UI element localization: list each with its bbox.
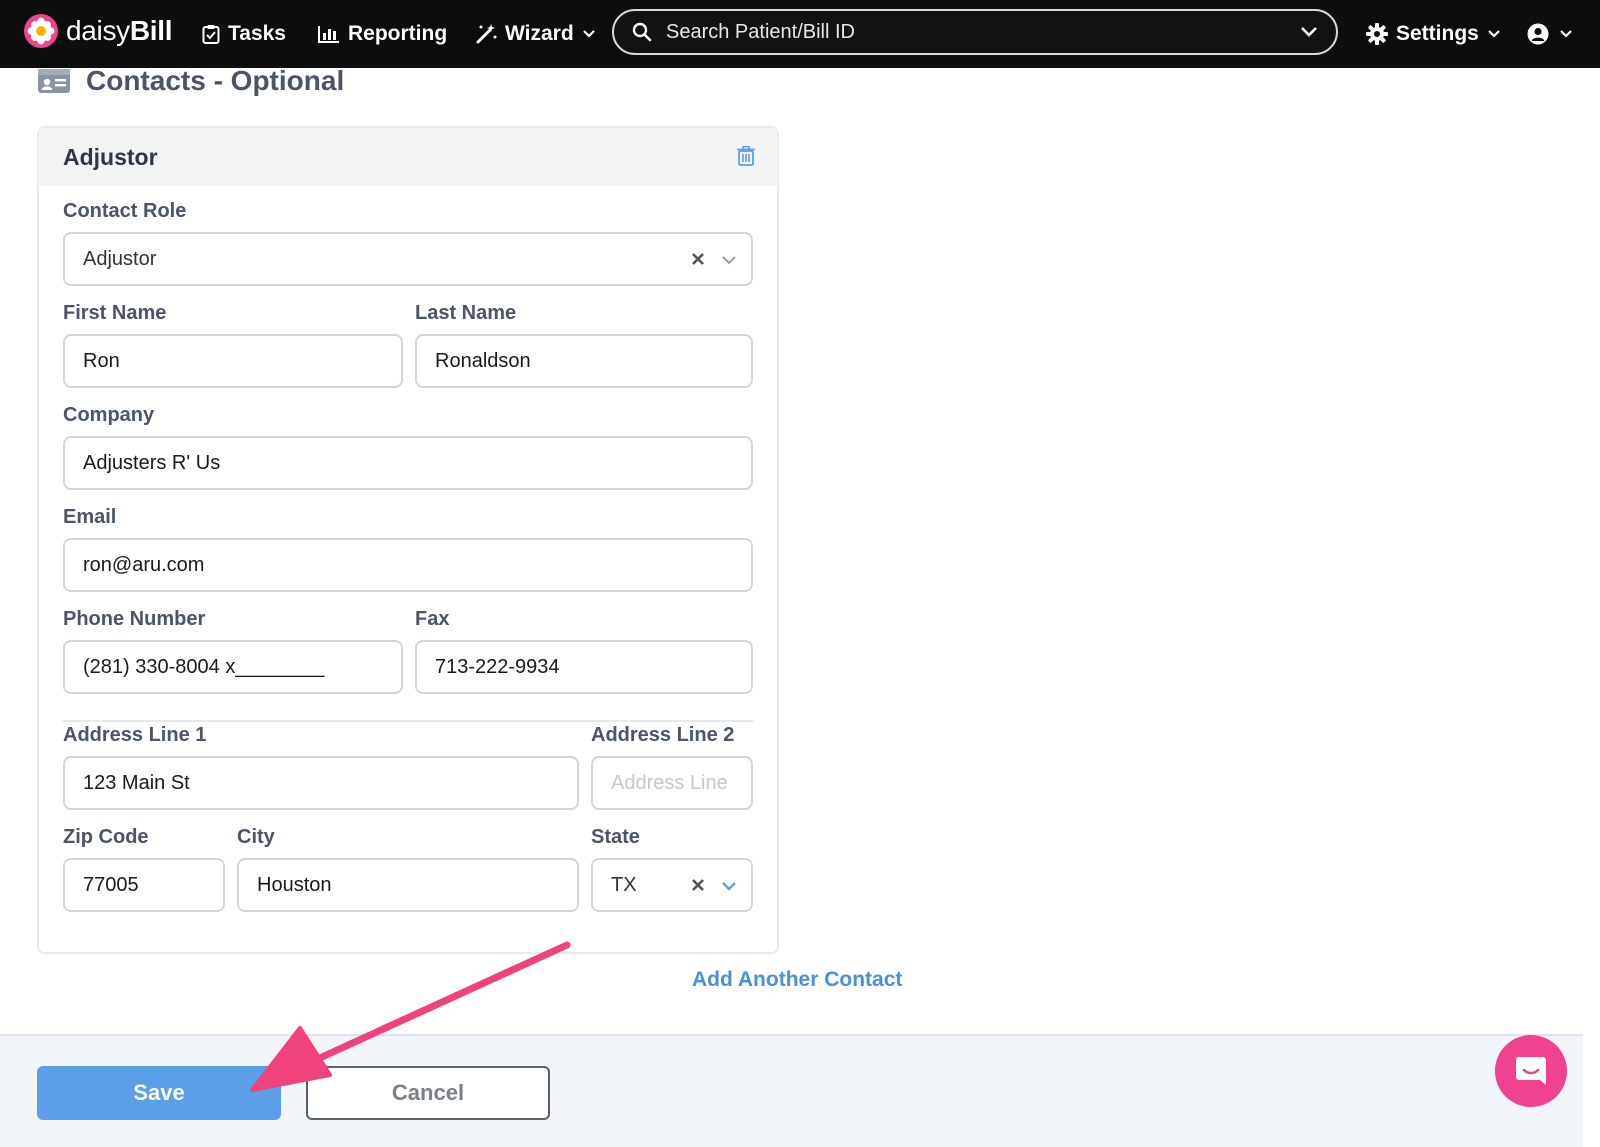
search-bar[interactable] [612,9,1338,55]
company-label: Company [63,404,155,426]
city-field[interactable] [237,858,579,912]
address-line-2-input[interactable] [593,770,751,796]
bar-chart-icon [318,26,339,43]
search-input[interactable] [664,19,1288,45]
chevron-down-icon [1488,30,1500,38]
top-navbar: daisyBill Tasks Reporting Wizard Search … [0,0,1600,68]
chat-icon [1516,1057,1546,1085]
brand-name-bold: Bill [129,15,173,46]
company-field[interactable] [63,436,753,490]
state-label: State [591,826,640,848]
daisy-logo-icon [24,14,58,48]
state-select[interactable]: TX [591,858,753,912]
city-label: City [237,826,275,848]
zip-code-field[interactable] [63,858,225,912]
chevron-down-icon[interactable] [721,880,737,892]
email-field[interactable] [63,538,753,592]
chevron-down-icon[interactable] [721,254,737,266]
contact-role-value: Adjustor [83,247,157,270]
user-circle-icon [1527,23,1549,45]
address-line-2-label: Address Line 2 [591,724,735,746]
clipboard-check-icon [202,25,220,44]
last-name-input[interactable] [417,348,751,374]
company-input[interactable] [65,450,751,476]
clear-x-icon[interactable] [691,878,705,892]
nav-wizard[interactable]: Wizard [475,18,596,50]
form-footer: Save Cancel [0,1034,1583,1147]
cancel-button[interactable]: Cancel [306,1066,550,1120]
city-input[interactable] [239,872,577,898]
phone-input[interactable] [65,654,401,680]
address-line-1-field[interactable] [63,756,579,810]
phone-field[interactable] [63,640,403,694]
state-value: TX [611,873,637,896]
first-name-label: First Name [63,302,167,324]
search-icon [632,22,652,42]
nav-wizard-label: Wizard [505,22,574,45]
nav-reporting[interactable]: Reporting [318,18,447,50]
first-name-input[interactable] [65,348,401,374]
nav-settings[interactable]: Settings [1366,18,1501,50]
nav-tasks-label: Tasks [228,22,286,45]
first-name-field[interactable] [63,334,403,388]
section-title-text: Contacts - Optional [86,65,345,96]
save-button[interactable]: Save [37,1066,281,1120]
nav-tasks[interactable]: Tasks [202,18,286,50]
chat-launcher[interactable] [1495,1035,1567,1107]
add-another-contact-link[interactable]: Add Another Contact [692,968,902,992]
email-label: Email [63,506,117,528]
contact-role-label: Contact Role [63,200,187,222]
address-line-1-input[interactable] [65,770,577,796]
nav-settings-label: Settings [1396,22,1479,45]
address-line-1-label: Address Line 1 [63,724,207,746]
address-divider [63,720,753,722]
search-dropdown-chevron-icon[interactable] [1300,25,1318,39]
gear-icon [1366,23,1388,45]
brand[interactable]: daisyBill [24,14,173,48]
brand-name: daisyBill [66,15,173,47]
email-input[interactable] [65,552,751,578]
address-line-2-field[interactable] [591,756,753,810]
magic-wand-icon [476,24,497,44]
contact-card-title: Adjustor [63,144,158,170]
trash-icon[interactable] [737,146,755,166]
section-title: Contacts - Optional [38,62,344,100]
chevron-down-icon [582,30,595,38]
zip-code-label: Zip Code [63,826,149,848]
clear-x-icon[interactable] [691,252,705,266]
contact-role-select[interactable]: Adjustor [63,232,753,286]
id-card-icon [38,69,70,93]
brand-name-light: daisy [66,15,130,46]
zip-code-input[interactable] [65,872,223,898]
last-name-label: Last Name [415,302,517,324]
last-name-field[interactable] [415,334,753,388]
contact-card: Adjustor Contact Role Adjustor First Nam… [37,126,779,954]
fax-input[interactable] [417,654,751,680]
phone-label: Phone Number [63,608,206,630]
fax-label: Fax [415,608,450,630]
chevron-down-icon [1560,30,1572,38]
contact-card-header: Adjustor [39,128,777,186]
nav-user-menu[interactable] [1527,18,1573,50]
nav-reporting-label: Reporting [348,22,448,45]
fax-field[interactable] [415,640,753,694]
